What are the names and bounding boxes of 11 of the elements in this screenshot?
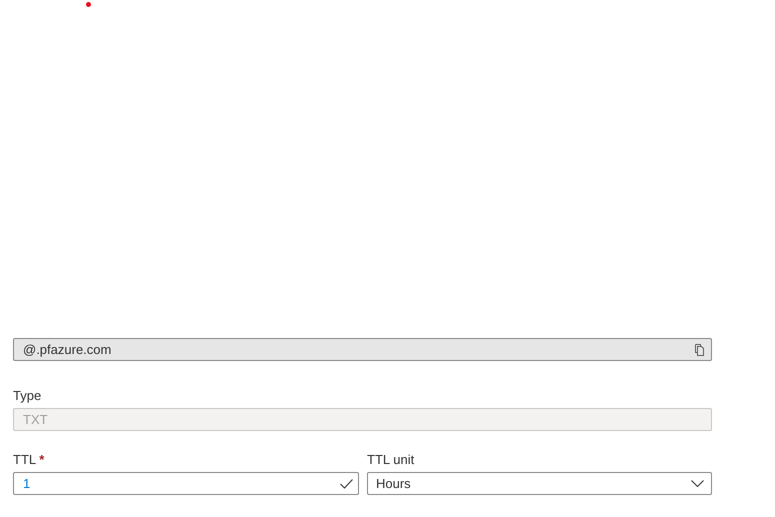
type-field: TXT: [13, 408, 712, 431]
record-name-value: @.pfazure.com: [23, 340, 112, 359]
type-label: Type: [13, 388, 42, 404]
ttl-value: 1: [23, 474, 30, 493]
ttl-label: TTL *: [13, 452, 46, 468]
ttl-field[interactable]: 1: [13, 472, 359, 495]
chevron-down-icon: [691, 480, 704, 487]
record-name-field[interactable]: @.pfazure.com: [13, 338, 712, 361]
ttl-unit-label: TTL unit: [367, 452, 416, 468]
ttl-unit-dropdown[interactable]: Hours: [367, 472, 712, 495]
copy-icon[interactable]: [694, 344, 705, 356]
